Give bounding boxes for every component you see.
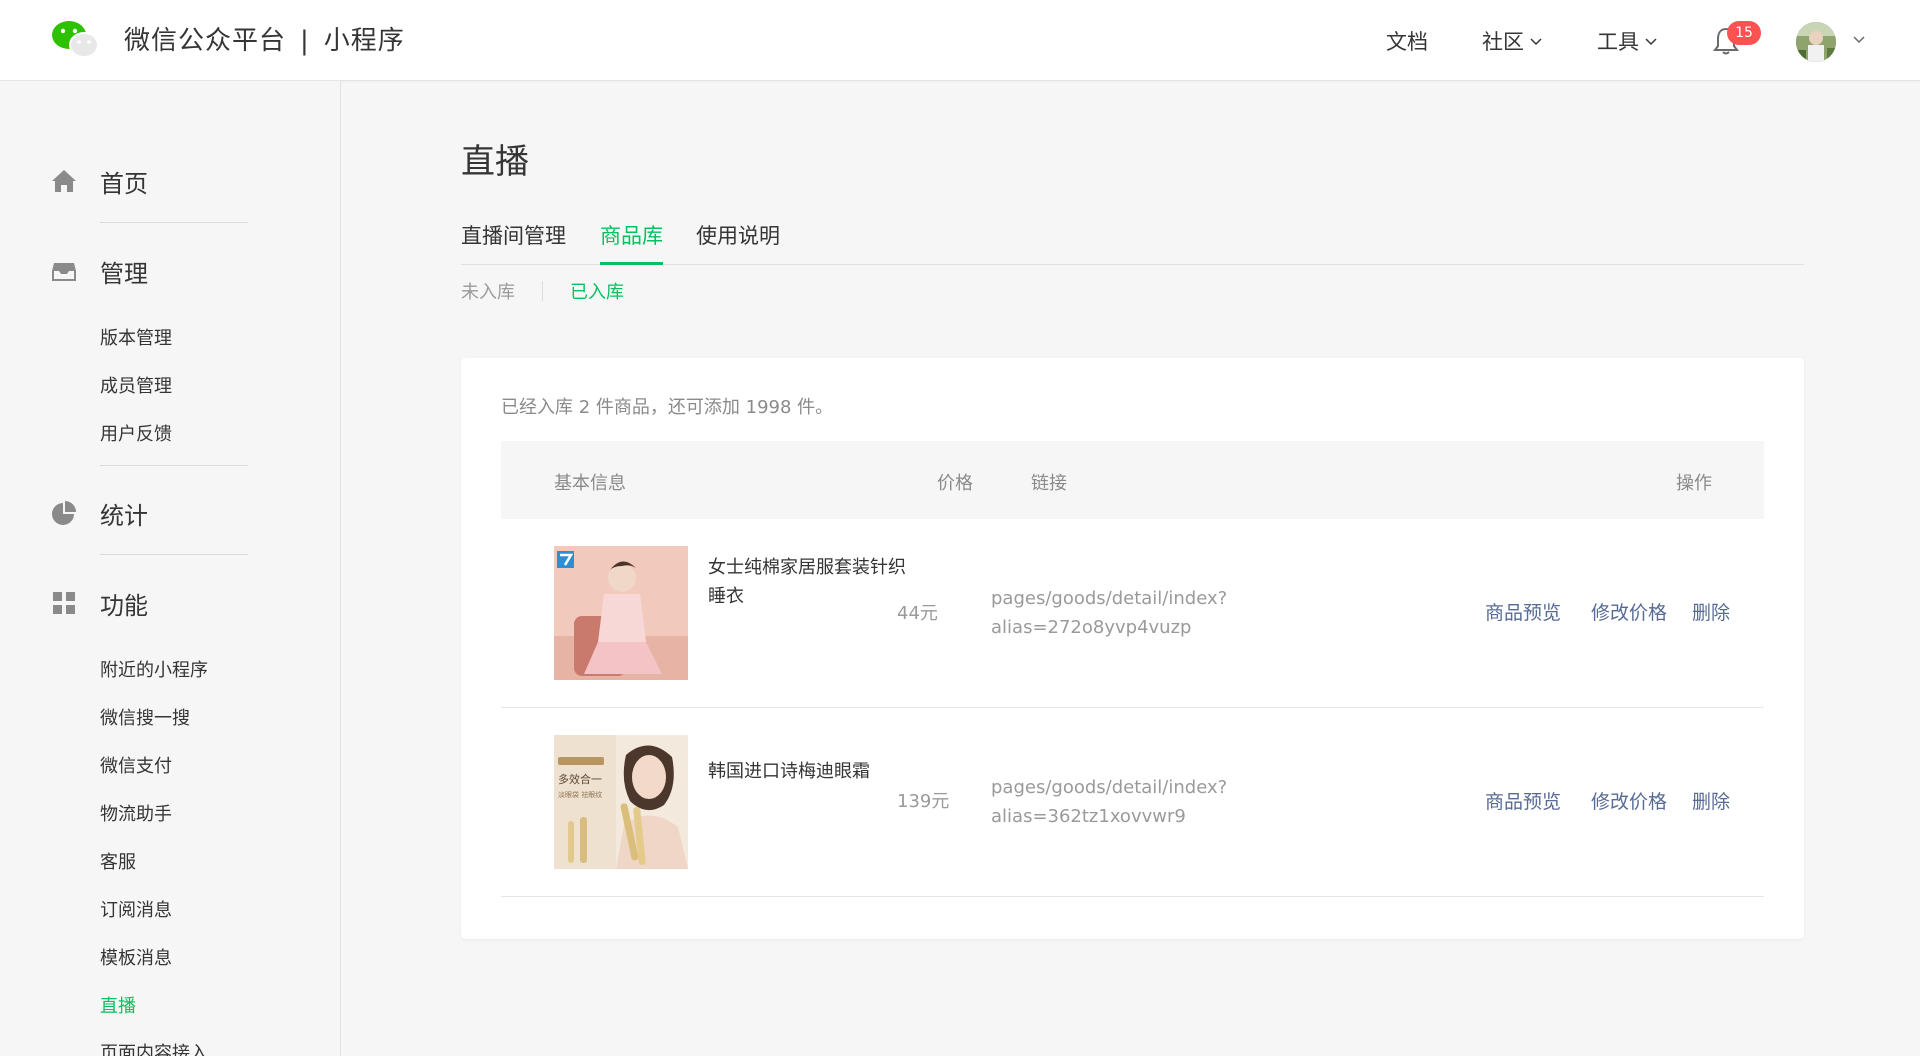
sidebar-features-label: 功能 xyxy=(100,591,148,620)
sidebar-item-home[interactable]: 首页 xyxy=(0,159,341,203)
product-link-line: alias=272o8yvp4vuzp xyxy=(991,617,1192,638)
sidebar-item-subscribe[interactable]: 订阅消息 xyxy=(100,896,172,922)
sidebar-divider xyxy=(100,465,248,466)
product-name-line: 韩国进口诗梅迪眼霜 xyxy=(708,761,870,782)
sidebar: 首页 管理 版本管理 成员管理 用户反馈 统计 功能 附近的小程序 微信搜一搜 … xyxy=(0,81,341,1056)
product-link: pages/goods/detail/index? alias=272o8yvp… xyxy=(991,584,1227,642)
sidebar-manage-label: 管理 xyxy=(100,259,148,288)
sidebar-item-versions[interactable]: 版本管理 xyxy=(100,324,172,350)
grid-icon xyxy=(53,592,75,614)
table-row: 多效合一 淡眼袋 祛眼纹 韩国进口诗梅迪眼霜 139元 pages/goods/… xyxy=(501,708,1764,897)
product-price: 44元 xyxy=(897,603,938,624)
chevron-down-icon xyxy=(1530,38,1542,46)
thumb-subcaption: 淡眼袋 祛眼纹 xyxy=(558,790,602,799)
delete-button[interactable]: 删除 xyxy=(1692,787,1730,814)
col-ops: 操作 xyxy=(1676,473,1712,494)
wechat-logo-icon[interactable] xyxy=(50,18,100,60)
table-row: 女士纯棉家居服套装针织 睡衣 44元 pages/goods/detail/in… xyxy=(501,519,1764,708)
nav-tools[interactable]: 工具 xyxy=(1597,26,1659,56)
product-name: 小程序 xyxy=(323,26,405,56)
notification-badge: 15 xyxy=(1727,21,1761,45)
product-image xyxy=(554,546,688,680)
brand-name: 微信公众平台 xyxy=(124,26,287,56)
tab-goods-library[interactable]: 商品库 xyxy=(600,220,663,265)
tab-live-room[interactable]: 直播间管理 xyxy=(461,220,566,265)
preview-button[interactable]: 商品预览 xyxy=(1485,598,1561,625)
top-bar: 微信公众平台 | 小程序 文档 社区 工具 15 xyxy=(0,0,1920,81)
tab-instructions[interactable]: 使用说明 xyxy=(696,220,780,265)
preview-button[interactable]: 商品预览 xyxy=(1485,787,1561,814)
product-link-line: alias=362tz1xovvwr9 xyxy=(991,806,1186,827)
avatar-image xyxy=(1796,22,1836,62)
thumb-caption: 多效合一 xyxy=(558,772,602,786)
brand-title[interactable]: 微信公众平台 | 小程序 xyxy=(124,20,405,57)
product-link-line: pages/goods/detail/index? xyxy=(991,777,1228,798)
sidebar-item-template[interactable]: 模板消息 xyxy=(100,944,172,970)
product-name[interactable]: 韩国进口诗梅迪眼霜 xyxy=(708,757,918,786)
sidebar-divider xyxy=(100,554,248,555)
nav-tools-label: 工具 xyxy=(1597,30,1639,54)
nav-docs-label: 文档 xyxy=(1386,30,1428,54)
edit-price-button[interactable]: 修改价格 xyxy=(1591,787,1667,814)
col-info: 基本信息 xyxy=(554,473,626,494)
subtab-not-stored[interactable]: 未入库 xyxy=(461,278,515,304)
avatar[interactable] xyxy=(1796,22,1836,62)
product-thumbnail: 多效合一 淡眼袋 祛眼纹 xyxy=(554,735,688,869)
sidebar-stats-label: 统计 xyxy=(100,501,148,530)
pie-chart-icon xyxy=(52,501,76,525)
sidebar-item-pay[interactable]: 微信支付 xyxy=(100,752,172,778)
home-icon xyxy=(52,170,76,192)
product-link: pages/goods/detail/index? alias=362tz1xo… xyxy=(991,773,1227,831)
col-price: 价格 xyxy=(937,473,973,494)
sidebar-item-stats[interactable]: 统计 xyxy=(0,491,341,535)
sidebar-item-nearby[interactable]: 附近的小程序 xyxy=(100,656,208,682)
goods-summary: 已经入库 2 件商品，还可添加 1998 件。 xyxy=(501,397,834,418)
product-image: 多效合一 淡眼袋 祛眼纹 xyxy=(554,735,688,869)
subtab-divider xyxy=(542,281,543,301)
sidebar-item-content[interactable]: 页面内容接入 xyxy=(100,1039,208,1056)
sidebar-item-features[interactable]: 功能 xyxy=(0,581,341,625)
chevron-down-icon[interactable] xyxy=(1851,31,1867,47)
nav-community[interactable]: 社区 xyxy=(1482,26,1544,56)
product-link-line: pages/goods/detail/index? xyxy=(991,588,1228,609)
edit-price-button[interactable]: 修改价格 xyxy=(1591,598,1667,625)
sidebar-item-search[interactable]: 微信搜一搜 xyxy=(100,704,190,730)
sidebar-item-service[interactable]: 客服 xyxy=(100,848,136,874)
sidebar-home-label: 首页 xyxy=(100,169,148,198)
goods-card: 已经入库 2 件商品，还可添加 1998 件。 基本信息 价格 链接 操作 女士… xyxy=(461,358,1804,939)
product-name[interactable]: 女士纯棉家居服套装针织 睡衣 xyxy=(708,553,918,611)
col-link: 链接 xyxy=(1031,473,1067,494)
subtab-stored[interactable]: 已入库 xyxy=(570,278,624,304)
sidebar-item-logistics[interactable]: 物流助手 xyxy=(100,800,172,826)
brand-separator: | xyxy=(300,26,310,56)
sidebar-item-feedback[interactable]: 用户反馈 xyxy=(100,420,172,446)
sidebar-item-live[interactable]: 直播 xyxy=(100,992,136,1018)
product-price: 139元 xyxy=(897,791,950,812)
sidebar-item-members[interactable]: 成员管理 xyxy=(100,372,172,398)
nav-community-label: 社区 xyxy=(1482,30,1524,54)
nav-docs[interactable]: 文档 xyxy=(1386,26,1428,56)
tab-bar: 直播间管理 商品库 使用说明 xyxy=(461,220,1804,265)
sub-tab-bar: 未入库 已入库 xyxy=(461,278,624,304)
product-name-line: 睡衣 xyxy=(708,586,744,607)
table-header: 基本信息 价格 链接 操作 xyxy=(501,441,1764,519)
page-title: 直播 xyxy=(461,142,529,182)
inbox-icon xyxy=(52,263,76,281)
chevron-down-icon xyxy=(1645,38,1657,46)
delete-button[interactable]: 删除 xyxy=(1692,598,1730,625)
product-thumbnail xyxy=(554,546,688,680)
sidebar-item-manage[interactable]: 管理 xyxy=(0,249,341,293)
product-name-line: 女士纯棉家居服套装针织 xyxy=(708,557,906,578)
sidebar-divider xyxy=(100,222,248,223)
